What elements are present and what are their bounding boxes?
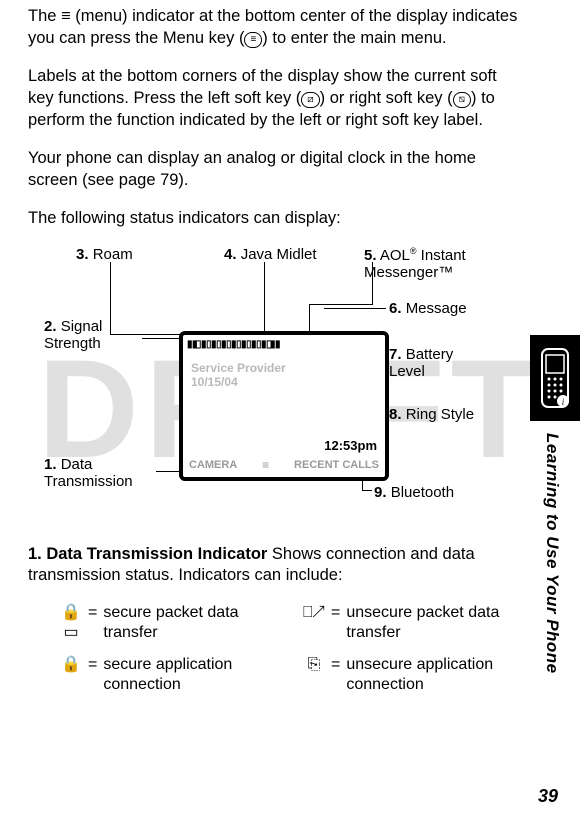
indicator-definitions: 🔒▭ = secure packet data transfer ⎕↗ = un… [60,603,512,695]
side-tab: i [530,335,580,421]
paragraph-status-intro: The following status indicators can disp… [28,208,520,230]
callout-bluetooth: 9. Bluetooth [374,484,454,501]
secure-packet-icon: 🔒▭ [60,603,82,643]
date-text: 10/15/04 [191,375,238,389]
text: The [28,7,61,25]
menu-glyph-icon: ≡ [61,7,71,25]
callout-battery-level: 7. Battery Level [389,346,479,381]
equals-sign: = [331,603,340,623]
leader-line [142,338,184,339]
leader-line [110,262,111,334]
menu-key-icon: ≡ [244,32,262,48]
callout-data-transmission: 1. Data Transmission [44,456,164,491]
left-softkey-icon: ⧄ [301,92,319,108]
clock-text: 12:53pm [324,438,377,453]
paragraph-softkeys: Labels at the bottom corners of the disp… [28,66,520,132]
def-text: unsecure packet data transfer [346,603,512,643]
softkey-right-label: RECENT CALLS [294,459,379,471]
def-unsecure-app: ⎘ = unsecure application connection [303,655,512,695]
page-number: 39 [538,786,558,807]
text: ) to enter the main menu. [262,29,446,47]
equals-sign: = [88,655,97,675]
section-heading: 1. Data Transmission Indicator [28,545,267,563]
def-unsecure-packet: ⎕↗ = unsecure packet data transfer [303,603,512,643]
softkey-menu-icon: ≡ [262,458,269,472]
def-secure-app: 🔒 = secure application connection [60,655,269,695]
service-provider-text: Service Provider [191,361,286,375]
paragraph-clock: Your phone can display an analog or digi… [28,148,520,192]
section-data-transmission: 1. Data Transmission Indicator Shows con… [28,544,520,588]
leader-line [324,308,386,309]
callout-java-midlet: 4. Java Midlet [224,246,317,263]
leader-line [264,262,265,334]
callout-aol-im: 5. AOL® Instant Messenger™ [364,246,504,282]
right-softkey-icon: ⧅ [453,92,471,108]
def-text: secure packet data transfer [103,603,269,643]
leader-line [309,304,310,334]
softkey-bar: CAMERA ≡ RECENT CALLS [187,457,381,473]
def-text: unsecure application connection [346,655,512,695]
leader-line [362,490,372,491]
softkey-left-label: CAMERA [189,459,237,471]
phone-icon: i [538,347,572,409]
equals-sign: = [331,655,340,675]
side-column: i Learning to Use Your Phone [524,335,580,775]
def-text: secure application connection [103,655,269,695]
side-running-head: Learning to Use Your Phone [542,433,562,674]
callout-ring-style: 8. Ring Style [389,406,479,423]
def-secure-packet: 🔒▭ = secure packet data transfer [60,603,269,643]
leader-line [309,304,373,305]
unsecure-app-icon: ⎘ [303,655,325,675]
text: ) or right soft key ( [320,89,453,107]
leader-line [372,262,373,304]
paragraph-menu-indicator: The ≡ (menu) indicator at the bottom cen… [28,6,520,50]
callout-signal-strength: 2. Signal Strength [44,318,144,353]
secure-app-icon: 🔒 [60,655,82,675]
unsecure-packet-icon: ⎕↗ [303,603,325,623]
phone-screen: ▮◧▮▯▮▯▮▯▮▯▮▯▮▯▮◨▮ Service Provider 10/15… [179,331,389,481]
equals-sign: = [88,603,97,623]
callout-roam: 3. Roam [76,246,133,263]
callout-message: 6. Message [389,300,467,317]
status-bar-icons: ▮◧▮▯▮▯▮▯▮▯▮▯▮▯▮◨▮ [187,339,381,357]
status-indicator-figure: 3. Roam 4. Java Midlet 5. AOL® Instant M… [64,246,484,526]
